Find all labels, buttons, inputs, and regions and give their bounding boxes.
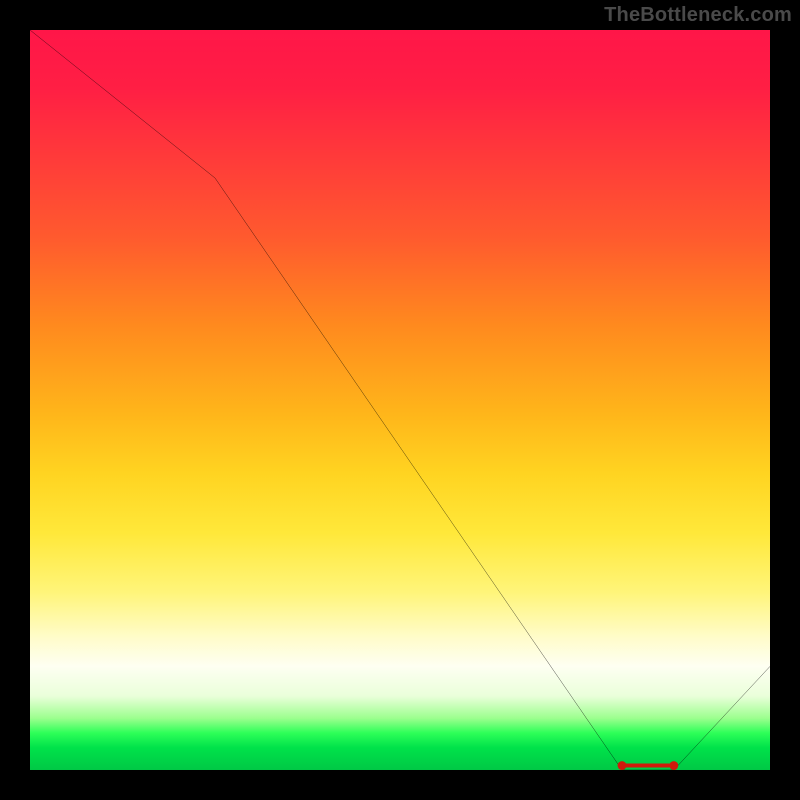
plot-area: [30, 30, 770, 770]
chart-svg: [30, 30, 770, 770]
optimal-range-start-dot: [618, 761, 627, 770]
bottleneck-curve-line: [30, 30, 770, 770]
optimal-range-end-dot: [669, 761, 678, 770]
watermark-text: TheBottleneck.com: [604, 4, 792, 27]
chart-container: TheBottleneck.com: [0, 0, 800, 800]
